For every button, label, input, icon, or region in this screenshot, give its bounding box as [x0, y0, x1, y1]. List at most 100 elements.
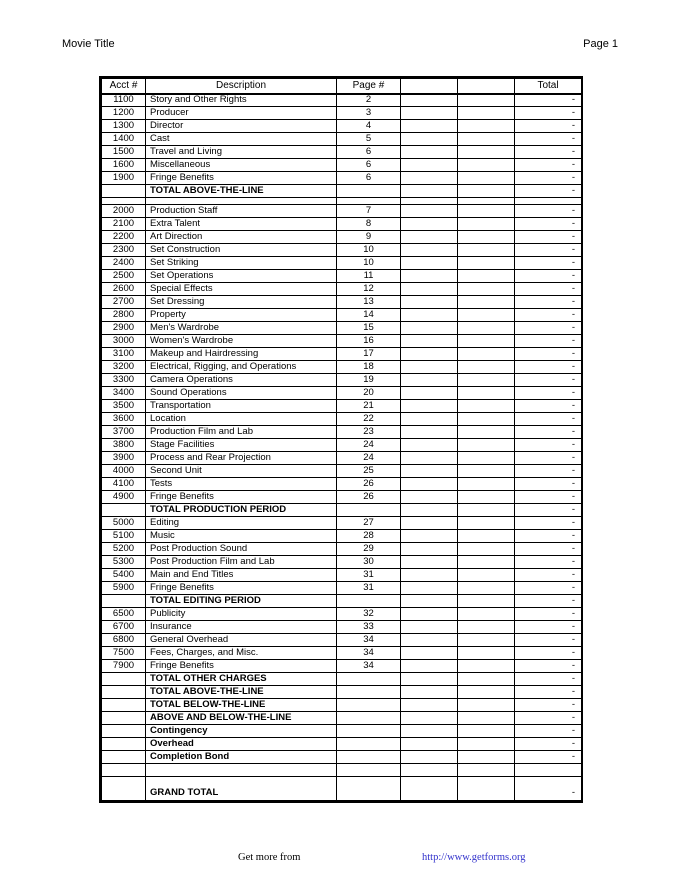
- cell-blank-1: [400, 171, 458, 185]
- cell-total-amount: -: [514, 334, 582, 348]
- cell-total-amount: -: [514, 711, 582, 725]
- cell-page-number: [336, 503, 401, 517]
- table-row: 2900 Men's Wardrobe 15 -: [101, 321, 582, 335]
- cell-blank-1: [400, 230, 458, 244]
- cell-blank-2: [457, 542, 515, 556]
- table-row: 1600 Miscellaneous 6 -: [101, 158, 582, 172]
- cell-blank-1: [400, 217, 458, 231]
- cell-account-number: 1200: [101, 106, 146, 120]
- cell-blank-1: [400, 93, 458, 107]
- column-header-description: Description: [145, 78, 337, 95]
- table-row: 2700 Set Dressing 13 -: [101, 295, 582, 309]
- getforms-link[interactable]: http://www.getforms.org: [422, 852, 526, 863]
- cell-account-number: 2500: [101, 269, 146, 283]
- cell-account-number: [101, 503, 146, 517]
- cell-account-number: 3400: [101, 386, 146, 400]
- cell-total-amount: [514, 763, 582, 777]
- cell-page-number: 8: [336, 217, 401, 231]
- column-header-acct: Acct #: [101, 78, 146, 95]
- cell-total-amount: -: [514, 490, 582, 504]
- cell-total-amount: -: [514, 106, 582, 120]
- cell-blank-2: [457, 399, 515, 413]
- cell-page-number: 12: [336, 282, 401, 296]
- cell-page-number: 25: [336, 464, 401, 478]
- cell-blank-2: [457, 750, 515, 764]
- cell-blank-2: [457, 737, 515, 751]
- cell-description: General Overhead: [145, 633, 337, 647]
- table-row: 5200 Post Production Sound 29 -: [101, 542, 582, 556]
- cell-account-number: 1600: [101, 158, 146, 172]
- table-row: 1900 Fringe Benefits 6 -: [101, 171, 582, 185]
- cell-blank-1: [400, 438, 458, 452]
- cell-blank-1: [400, 132, 458, 146]
- cell-account-number: 3900: [101, 451, 146, 465]
- cell-total-amount: -: [514, 620, 582, 634]
- cell-account-number: [101, 724, 146, 738]
- cell-blank-2: [457, 646, 515, 660]
- table-row: 2300 Set Construction 10 -: [101, 243, 582, 257]
- cell-blank-2: [457, 132, 515, 146]
- cell-total-amount: -: [514, 204, 582, 218]
- cell-total-amount: -: [514, 607, 582, 621]
- cell-blank-2: [457, 321, 515, 335]
- cell-blank-2: [457, 282, 515, 296]
- table-row: 1100 Story and Other Rights 2 -: [101, 93, 582, 107]
- cell-account-number: 6500: [101, 607, 146, 621]
- cell-description: Set Operations: [145, 269, 337, 283]
- cell-description: Location: [145, 412, 337, 426]
- cell-total-amount: -: [514, 412, 582, 426]
- cell-account-number: 2900: [101, 321, 146, 335]
- cell-page-number: 26: [336, 477, 401, 491]
- cell-page-number: 18: [336, 360, 401, 374]
- cell-description: TOTAL BELOW-THE-LINE: [145, 698, 337, 712]
- cell-blank-2: [457, 529, 515, 543]
- table-row-total: Overhead -: [101, 737, 582, 751]
- cell-description: [145, 197, 337, 205]
- cell-blank-1: [400, 750, 458, 764]
- cell-description: Post Production Film and Lab: [145, 555, 337, 569]
- table-row: 7900 Fringe Benefits 34 -: [101, 659, 582, 673]
- cell-blank-1: [400, 308, 458, 322]
- cell-description: Camera Operations: [145, 373, 337, 387]
- cell-description: Tests: [145, 477, 337, 491]
- cell-account-number: [101, 711, 146, 725]
- cell-page-number: 5: [336, 132, 401, 146]
- cell-page-number: 11: [336, 269, 401, 283]
- cell-blank-1: [400, 568, 458, 582]
- cell-page-number: 14: [336, 308, 401, 322]
- cell-account-number: 2400: [101, 256, 146, 270]
- cell-description: Property: [145, 308, 337, 322]
- cell-total-amount: -: [514, 145, 582, 159]
- cell-page-number: 6: [336, 158, 401, 172]
- cell-blank-1: [400, 334, 458, 348]
- cell-total-amount: -: [514, 373, 582, 387]
- cell-blank-2: [457, 158, 515, 172]
- table-row: 2800 Property 14 -: [101, 308, 582, 322]
- table-row: 5300 Post Production Film and Lab 30 -: [101, 555, 582, 569]
- cell-blank-2: [457, 93, 515, 107]
- cell-blank-2: [457, 360, 515, 374]
- cell-blank-2: [457, 698, 515, 712]
- cell-total-amount: -: [514, 672, 582, 686]
- cell-blank-1: [400, 386, 458, 400]
- cell-blank-1: [400, 698, 458, 712]
- cell-description: Overhead: [145, 737, 337, 751]
- cell-total-amount: -: [514, 217, 582, 231]
- cell-description: Music: [145, 529, 337, 543]
- cell-account-number: [101, 750, 146, 764]
- cell-blank-2: [457, 581, 515, 595]
- table-row: 7500 Fees, Charges, and Misc. 34 -: [101, 646, 582, 660]
- cell-blank-2: [457, 217, 515, 231]
- cell-description: ABOVE AND BELOW-THE-LINE: [145, 711, 337, 725]
- cell-page-number: 22: [336, 412, 401, 426]
- table-row: 3500 Transportation 21 -: [101, 399, 582, 413]
- cell-blank-1: [400, 145, 458, 159]
- cell-blank-2: [457, 171, 515, 185]
- cell-description: Production Film and Lab: [145, 425, 337, 439]
- cell-description: Fringe Benefits: [145, 581, 337, 595]
- cell-account-number: [101, 737, 146, 751]
- cell-description: Set Construction: [145, 243, 337, 257]
- table-row-grand-total: GRAND TOTAL -: [101, 776, 582, 801]
- cell-description: Editing: [145, 516, 337, 530]
- cell-description: Publicity: [145, 607, 337, 621]
